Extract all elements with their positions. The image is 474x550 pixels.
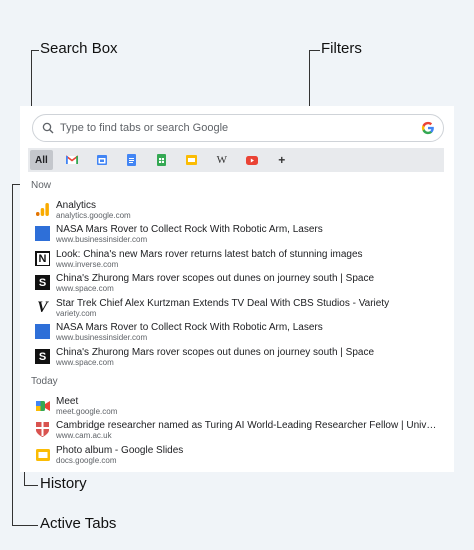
tab-url: variety.com <box>56 309 97 318</box>
filter-add[interactable]: + <box>271 150 293 170</box>
filter-docs[interactable] <box>121 150 143 170</box>
callout-history: History <box>40 475 87 492</box>
filter-gmail[interactable] <box>61 150 83 170</box>
section-today: Today <box>31 376 58 387</box>
filter-youtube[interactable] <box>241 150 263 170</box>
tab-title: Analytics <box>56 200 97 211</box>
tab-item[interactable]: Analytics analytics.google.com <box>35 200 441 222</box>
callout-active-line-h <box>12 525 38 526</box>
callout-active-line-v <box>12 184 13 525</box>
tab-title: Look: China's new Mars rover returns lat… <box>56 249 363 260</box>
variety-letter: V <box>37 298 48 316</box>
callout-search-line-h <box>31 50 39 51</box>
tab-url: www.businessinsider.com <box>56 333 148 342</box>
tab-item[interactable]: S China's Zhurong Mars rover scopes out … <box>35 273 441 295</box>
search-box[interactable] <box>32 114 444 142</box>
business-insider-icon <box>35 226 50 241</box>
tab-title: NASA Mars Rover to Collect Rock With Rob… <box>56 224 323 235</box>
meet-icon <box>35 398 50 413</box>
callout-history-line-h <box>24 485 38 486</box>
variety-icon: V <box>35 298 50 316</box>
callout-search-box: Search Box <box>40 40 118 57</box>
wikipedia-icon: W <box>216 154 227 166</box>
cambridge-icon <box>35 422 50 437</box>
search-icon <box>42 122 54 134</box>
tab-url: www.inverse.com <box>56 260 119 269</box>
search-input[interactable] <box>60 122 421 134</box>
calendar-icon <box>96 155 107 165</box>
tab-url: www.businessinsider.com <box>56 235 148 244</box>
tab-title: Cambridge researcher named as Turing AI … <box>56 420 441 431</box>
add-icon: + <box>278 153 286 167</box>
tab-title: Photo album - Google Slides <box>56 445 184 456</box>
gmail-icon <box>65 155 78 164</box>
slides-icon <box>186 155 198 165</box>
sheets-icon <box>157 154 167 166</box>
filter-wikipedia[interactable]: W <box>211 150 233 170</box>
space-letter: S <box>38 276 47 289</box>
tab-title: China's Zhurong Mars rover scopes out du… <box>56 347 375 358</box>
inverse-letter: N <box>36 252 49 265</box>
tab-url: www.cam.ac.uk <box>56 431 112 440</box>
callout-filters: Filters <box>321 40 362 57</box>
docs-icon <box>127 154 137 166</box>
tab-item[interactable]: N Look: China's new Mars rover returns l… <box>35 249 441 271</box>
google-icon[interactable] <box>421 121 435 135</box>
youtube-icon <box>245 155 258 165</box>
tab-item[interactable]: V Star Trek Chief Alex Kurtzman Extends … <box>35 298 441 320</box>
tab-url: analytics.google.com <box>56 211 131 220</box>
filter-sheets[interactable] <box>151 150 173 170</box>
tab-item[interactable]: S China's Zhurong Mars rover scopes out … <box>35 347 441 369</box>
tab-title: Meet <box>56 396 79 407</box>
tab-url: www.space.com <box>56 358 114 367</box>
section-now: Now <box>31 180 52 191</box>
tab-title: Star Trek Chief Alex Kurtzman Extends TV… <box>56 298 390 309</box>
tab-title: NASA Mars Rover to Collect Rock With Rob… <box>56 322 323 333</box>
history-item[interactable]: Meet meet.google.com <box>35 396 441 418</box>
business-insider-icon <box>35 324 50 339</box>
tab-title: China's Zhurong Mars rover scopes out du… <box>56 273 375 284</box>
tab-search-panel: All <box>20 106 454 472</box>
history-item[interactable]: Photo album - Google Slides docs.google.… <box>35 445 441 467</box>
space-letter: S <box>38 350 47 363</box>
filter-all[interactable]: All <box>30 150 53 170</box>
tab-url: www.space.com <box>56 284 114 293</box>
analytics-icon <box>35 202 50 217</box>
tab-url: docs.google.com <box>56 456 117 465</box>
tab-item[interactable]: NASA Mars Rover to Collect Rock With Rob… <box>35 224 441 246</box>
filter-slides[interactable] <box>181 150 203 170</box>
space-icon: S <box>35 275 50 290</box>
history-item[interactable]: Cambridge researcher named as Turing AI … <box>35 420 441 442</box>
filter-bar: All W + <box>28 148 444 172</box>
callout-filters-line-h <box>309 50 320 51</box>
tab-item[interactable]: NASA Mars Rover to Collect Rock With Rob… <box>35 322 441 344</box>
space-icon: S <box>35 349 50 364</box>
callout-active-tabs: Active Tabs <box>40 515 117 532</box>
inverse-icon: N <box>35 251 50 266</box>
tab-url: meet.google.com <box>56 407 118 416</box>
slides-icon <box>35 447 50 462</box>
filter-calendar[interactable] <box>91 150 113 170</box>
